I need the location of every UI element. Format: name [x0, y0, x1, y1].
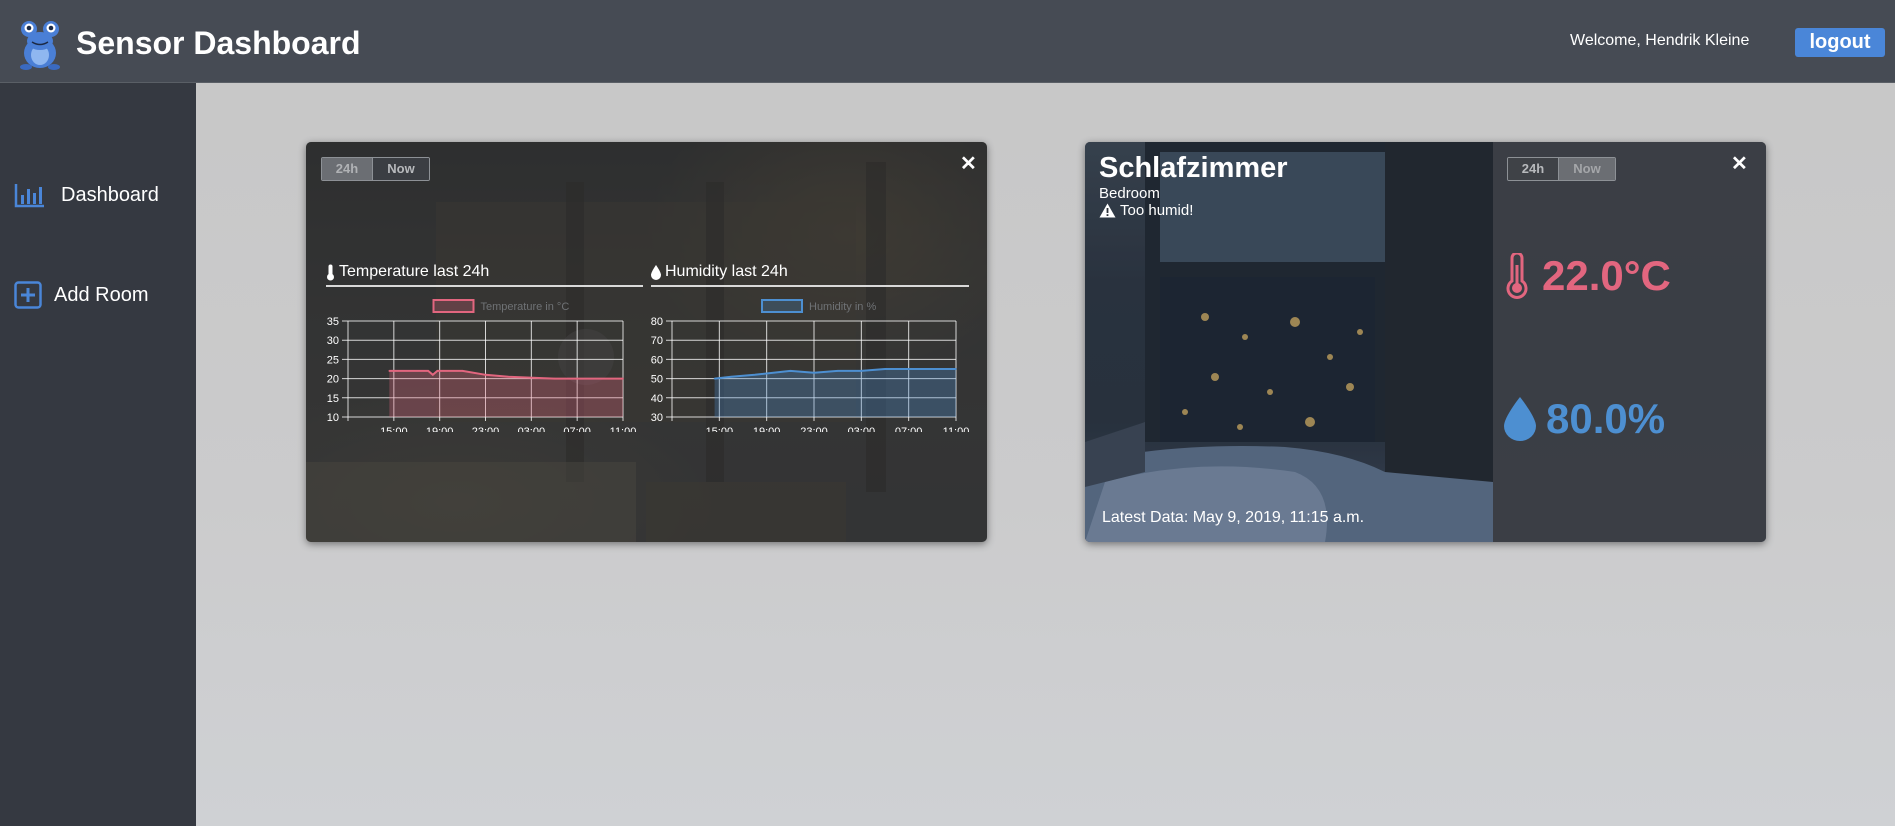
room-name: Schlafzimmer — [1099, 152, 1288, 184]
droplet-icon — [1504, 397, 1536, 441]
welcome-message: Welcome, Hendrik Kleine — [1570, 32, 1750, 49]
data-point — [507, 375, 510, 378]
data-point — [553, 377, 556, 380]
y-tick-label: 20 — [327, 374, 339, 386]
warning-text: Too humid! — [1120, 202, 1194, 219]
y-tick-label: 50 — [651, 374, 663, 386]
temperature-chart: Temperature in °C 35 30 25 20 15 10 15:00 19:00 2… — [327, 299, 637, 432]
data-point — [860, 370, 863, 372]
room-card-charts: 24h Now ✕ Temperature last 24h Humidity … — [306, 142, 987, 542]
x-tick-label: 11:00 — [943, 426, 970, 432]
chart-heading-text: Humidity last 24h — [665, 263, 788, 280]
data-point — [955, 368, 957, 370]
data-point — [461, 370, 464, 372]
y-tick-label: 40 — [651, 393, 663, 405]
temperature-chart-heading: Temperature last 24h — [326, 259, 643, 287]
x-tick-label: 07:00 — [563, 426, 591, 432]
y-tick-label: 35 — [327, 316, 339, 328]
y-tick-label: 15 — [327, 393, 339, 405]
time-toggle: 24h Now — [321, 157, 430, 181]
data-point — [789, 370, 792, 372]
current-readings-panel: 24h Now ✕ 22.0°C 80.0% — [1493, 142, 1766, 542]
warning-triangle-icon — [1099, 203, 1116, 218]
x-tick-label: 19:00 — [426, 426, 454, 432]
frog-logo-icon — [20, 21, 60, 70]
data-point — [713, 377, 716, 380]
logout-button[interactable]: logout — [1795, 28, 1885, 57]
toggle-now-button[interactable]: Now — [1558, 158, 1615, 180]
x-tick-label: 11:00 — [610, 426, 637, 432]
data-point — [813, 372, 815, 374]
x-tick-label: 03:00 — [848, 426, 876, 432]
latest-data-timestamp: Latest Data: May 9, 2019, 11:15 a.m. — [1102, 509, 1365, 526]
thermometer-icon — [327, 264, 334, 280]
data-point — [907, 368, 910, 370]
data-point — [427, 370, 430, 372]
humidity-value: 80.0% — [1546, 395, 1666, 442]
x-tick-label: 15:00 — [380, 426, 408, 432]
thermometer-icon — [1506, 253, 1528, 299]
close-icon[interactable]: ✕ — [1731, 154, 1748, 174]
sidebar-item-add-room[interactable]: Add Room — [14, 280, 149, 310]
sidebar: Dashboard Add Room — [0, 83, 196, 826]
toggle-24h-button[interactable]: 24h — [1508, 158, 1558, 180]
bar-chart-icon — [14, 180, 46, 210]
data-point — [431, 373, 434, 376]
app-title: Sensor Dashboard — [76, 25, 361, 61]
x-tick-label: 03:00 — [518, 426, 546, 432]
plus-square-icon — [14, 280, 42, 310]
series-area — [714, 369, 956, 417]
y-tick-label: 10 — [327, 412, 339, 424]
y-tick-label: 70 — [651, 335, 663, 347]
legend-label: Humidity in % — [809, 301, 876, 313]
warning-message: Too humid! — [1099, 202, 1193, 219]
y-tick-label: 80 — [651, 316, 663, 328]
humidity-chart-heading: Humidity last 24h — [651, 259, 969, 287]
data-point — [931, 368, 934, 370]
legend-label: Temperature in °C — [481, 301, 570, 313]
legend-swatch — [432, 299, 475, 313]
close-icon[interactable]: ✕ — [960, 154, 977, 174]
data-point — [388, 370, 391, 372]
toggle-now-button[interactable]: Now — [372, 158, 429, 180]
droplet-icon — [651, 264, 661, 280]
sidebar-item-label: Add Room — [54, 283, 149, 306]
time-toggle: 24h Now — [1507, 157, 1616, 181]
data-point — [836, 370, 839, 372]
data-point — [884, 368, 886, 370]
chart-heading-text: Temperature last 24h — [339, 263, 490, 280]
x-tick-label: 19:00 — [753, 426, 781, 432]
y-tick-label: 30 — [651, 412, 663, 424]
data-point — [730, 375, 732, 378]
room-type: Bedroom — [1099, 185, 1160, 202]
top-header: Sensor Dashboard Welcome, Hendrik Kleine… — [0, 0, 1895, 83]
data-point — [436, 370, 439, 372]
x-tick-label: 15:00 — [706, 426, 734, 432]
data-point — [754, 373, 756, 376]
room-card-schlafzimmer: Schlafzimmer Bedroom Too humid! Latest D… — [1085, 142, 1766, 542]
temperature-value: 22.0°C — [1542, 252, 1671, 299]
humidity-reading: 80.0% — [1504, 395, 1665, 443]
data-point — [622, 377, 624, 380]
x-tick-label: 07:00 — [895, 426, 923, 432]
temperature-reading: 22.0°C — [1504, 252, 1671, 300]
x-tick-label: 23:00 — [472, 426, 500, 432]
x-tick-label: 23:00 — [800, 426, 828, 432]
humidity-chart: Humidity in % 80 70 60 50 40 30 15:00 19:00 23:00… — [651, 299, 970, 432]
sidebar-item-label: Dashboard — [61, 183, 159, 206]
legend-swatch — [761, 299, 803, 313]
data-point — [484, 373, 487, 376]
y-tick-label: 25 — [327, 354, 339, 366]
y-tick-label: 60 — [651, 354, 663, 366]
y-tick-label: 30 — [327, 335, 339, 347]
toggle-24h-button[interactable]: 24h — [322, 158, 372, 180]
sidebar-item-dashboard[interactable]: Dashboard — [14, 180, 159, 210]
